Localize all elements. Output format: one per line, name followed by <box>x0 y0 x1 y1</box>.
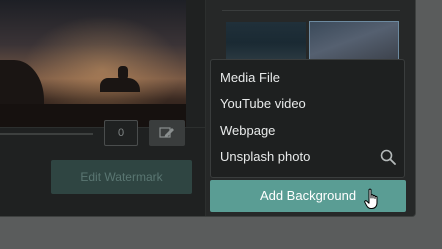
add-background-menu: Media File YouTube video Webpage Unsplas… <box>210 59 405 178</box>
hand-cursor-icon <box>364 188 378 209</box>
pen-icon <box>159 127 174 138</box>
preview-rock-center <box>100 78 140 92</box>
background-thumbnail-selected[interactable] <box>309 21 399 65</box>
edit-watermark-button[interactable]: Edit Watermark <box>51 160 192 194</box>
video-preview <box>0 0 186 127</box>
watermark-opacity-slider[interactable] <box>0 133 93 135</box>
search-icon[interactable] <box>380 149 396 165</box>
background-thumbnail[interactable] <box>226 22 306 64</box>
panel-divider <box>222 10 400 11</box>
preview-rock-spire <box>118 66 128 80</box>
watermark-tool-button[interactable] <box>149 120 185 146</box>
menu-item-media-file[interactable]: Media File <box>220 68 280 88</box>
menu-item-webpage[interactable]: Webpage <box>220 121 275 141</box>
menu-item-unsplash-photo[interactable]: Unsplash photo <box>220 147 310 167</box>
watermark-value-field[interactable]: 0 <box>104 120 138 146</box>
menu-item-youtube-video[interactable]: YouTube video <box>220 94 306 114</box>
